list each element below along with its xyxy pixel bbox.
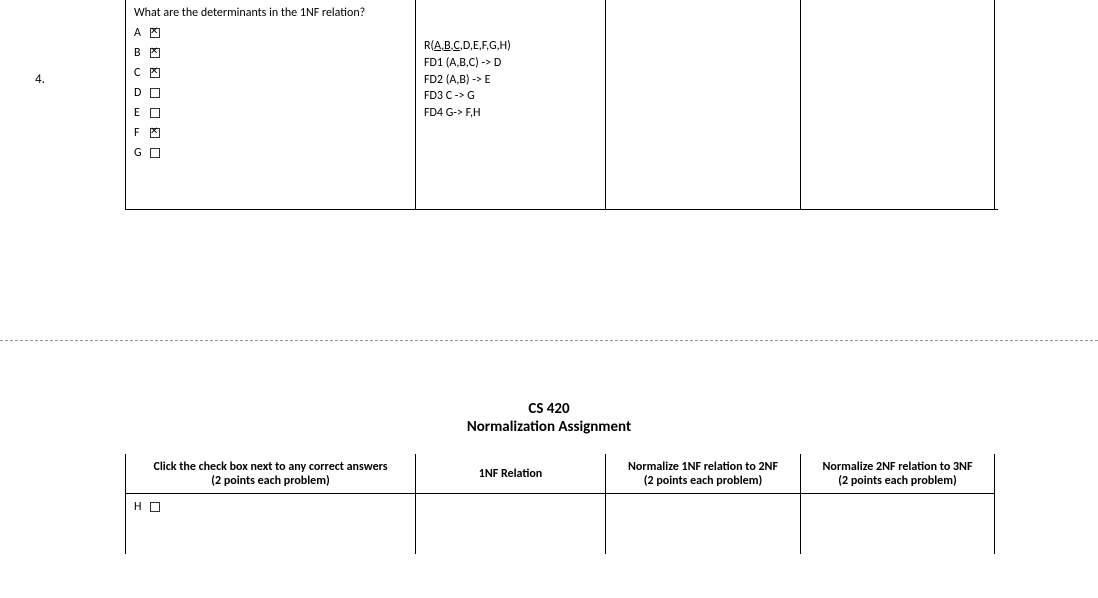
title-line-2: Normalization Assignment bbox=[0, 418, 1098, 436]
normalize-2nf-column bbox=[605, 0, 800, 209]
header-1nf-col: 1NF Relation bbox=[415, 454, 605, 494]
option-label: H bbox=[134, 500, 148, 514]
header-row: Click the check box next to any correct … bbox=[125, 454, 998, 494]
option-d: D bbox=[134, 86, 407, 100]
fd4: FD4 G-> F,H bbox=[424, 105, 597, 122]
relation-column: R(A,B,C,D,E,F,G,H) FD1 (A,B,C) -> D FD2 … bbox=[415, 0, 605, 209]
normalize-3nf-column bbox=[800, 0, 995, 209]
page-bottom: CS 420 Normalization Assignment Click th… bbox=[0, 400, 1098, 554]
option-e: E bbox=[134, 106, 407, 120]
checkbox-e[interactable] bbox=[150, 108, 160, 118]
question-column: What are the determinants in the 1NF rel… bbox=[125, 0, 415, 209]
title-block: CS 420 Normalization Assignment bbox=[0, 400, 1098, 436]
checkbox-h[interactable] bbox=[150, 502, 160, 512]
header-table: Click the check box next to any correct … bbox=[125, 454, 998, 554]
option-g: G bbox=[134, 146, 407, 160]
question-text: What are the determinants in the 1NF rel… bbox=[134, 6, 407, 20]
checkbox-g[interactable] bbox=[150, 148, 160, 158]
fd1: FD1 (A,B,C) -> D bbox=[424, 55, 597, 72]
body-1nf-col bbox=[415, 494, 605, 554]
relation-schema: R(A,B,C,D,E,F,G,H) bbox=[424, 38, 597, 55]
option-b: B bbox=[134, 46, 407, 60]
option-label: F bbox=[134, 126, 148, 140]
body-checkbox-col: H bbox=[125, 494, 415, 554]
option-a: A bbox=[134, 26, 407, 40]
header-3nf-col: Normalize 2NF relation to 3NF (2 points … bbox=[800, 454, 995, 494]
option-label: D bbox=[134, 86, 148, 100]
option-c: C bbox=[134, 66, 407, 80]
option-h: H bbox=[134, 500, 407, 514]
title-line-1: CS 420 bbox=[0, 400, 1098, 418]
body-2nf-col bbox=[605, 494, 800, 554]
page-top: 4. What are the determinants in the 1NF … bbox=[0, 0, 1098, 330]
fd2: FD2 (A,B) -> E bbox=[424, 72, 597, 89]
checkbox-c[interactable] bbox=[150, 68, 160, 78]
header-2nf-col: Normalize 1NF relation to 2NF (2 points … bbox=[605, 454, 800, 494]
option-f: F bbox=[134, 126, 407, 140]
checkbox-f[interactable] bbox=[150, 128, 160, 138]
option-label: E bbox=[134, 106, 148, 120]
option-label: G bbox=[134, 146, 148, 160]
problem-table: What are the determinants in the 1NF rel… bbox=[125, 0, 998, 210]
row-number: 4. bbox=[35, 72, 45, 87]
option-label: B bbox=[134, 46, 148, 60]
option-label: A bbox=[134, 26, 148, 40]
option-label: C bbox=[134, 66, 148, 80]
header-checkbox-col: Click the check box next to any correct … bbox=[125, 454, 415, 494]
body-row: H bbox=[125, 494, 998, 554]
checkbox-d[interactable] bbox=[150, 88, 160, 98]
fd3: FD3 C -> G bbox=[424, 88, 597, 105]
checkbox-a[interactable] bbox=[150, 28, 160, 38]
fd-block: R(A,B,C,D,E,F,G,H) FD1 (A,B,C) -> D FD2 … bbox=[424, 6, 597, 122]
checkbox-b[interactable] bbox=[150, 48, 160, 58]
page-break bbox=[0, 340, 1098, 341]
body-3nf-col bbox=[800, 494, 995, 554]
